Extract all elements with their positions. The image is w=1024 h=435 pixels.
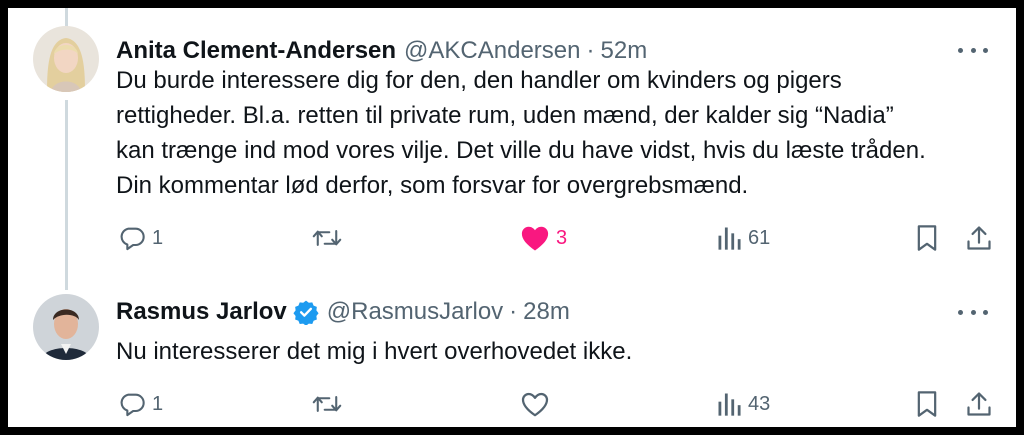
more-icon-dot <box>983 309 988 315</box>
like-button[interactable]: 3 <box>520 221 567 255</box>
author-name[interactable]: Rasmus Jarlov <box>116 297 287 327</box>
reply-icon <box>120 393 145 417</box>
reply-count: 1 <box>152 226 164 249</box>
reply-button[interactable]: 1 <box>118 221 163 255</box>
bookmark-icon <box>917 225 937 251</box>
tweet-header: Anita Clement-Andersen @AKCAndersen · 52… <box>116 36 647 66</box>
share-button[interactable] <box>966 387 992 421</box>
heart-icon <box>521 392 549 417</box>
share-icon <box>967 392 991 416</box>
reply-icon <box>120 227 145 251</box>
author-handle[interactable]: @RasmusJarlov <box>327 297 503 327</box>
avatar[interactable] <box>33 294 99 360</box>
timestamp[interactable]: 28m <box>523 297 570 327</box>
thread-connector <box>65 100 68 290</box>
bookmark-button[interactable] <box>916 387 938 421</box>
separator-dot: · <box>586 37 595 64</box>
tweet-text: Du burde interessere dig for den, den ha… <box>116 63 996 203</box>
tweet-actions: 1 43 <box>8 387 1016 421</box>
tweet-header: Rasmus Jarlov @RasmusJarlov · 28m <box>116 297 570 327</box>
views-icon <box>718 393 741 416</box>
more-icon <box>958 47 963 53</box>
views-count: 61 <box>748 226 771 249</box>
separator-dot: · <box>509 298 518 325</box>
tweet-actions: 1 3 61 <box>8 221 1016 255</box>
tweet-text-line: Din kommentar lød derfor, som forsvar fo… <box>116 172 749 199</box>
reply-count: 1 <box>152 392 164 415</box>
retweet-icon <box>312 396 342 412</box>
tweet-text-line: kan trænge ind mod vores vilje. Det vill… <box>116 137 926 164</box>
more-icon-dot <box>970 309 976 315</box>
avatar[interactable] <box>33 26 99 92</box>
share-button[interactable] <box>966 221 992 255</box>
retweet-icon <box>312 230 342 246</box>
retweet-button[interactable] <box>312 387 348 421</box>
more-icon-dot <box>983 47 988 53</box>
verified-badge <box>293 299 319 325</box>
retweet-button[interactable] <box>312 221 348 255</box>
bookmark-button[interactable] <box>916 221 938 255</box>
tweet-text-line: Du burde interessere dig for den, den ha… <box>116 67 842 94</box>
like-button[interactable] <box>520 387 556 421</box>
views-icon <box>718 227 741 250</box>
views-button[interactable]: 61 <box>716 221 770 255</box>
avatar-image-icon <box>33 294 99 360</box>
bookmark-icon <box>917 391 937 417</box>
verified-badge-icon <box>293 300 319 325</box>
author-name[interactable]: Anita Clement-Andersen <box>116 36 396 66</box>
views-button[interactable]: 43 <box>716 387 770 421</box>
avatar-image-icon <box>33 26 99 92</box>
author-handle[interactable]: @AKCAndersen <box>404 36 580 66</box>
tweet-thread: Anita Clement-Andersen @AKCAndersen · 52… <box>8 8 1016 427</box>
heart-icon <box>521 226 549 251</box>
tweet-text-line: rettigheder. Bl.a. retten til private ru… <box>116 102 894 129</box>
more-options-button[interactable] <box>958 302 988 322</box>
more-options-button[interactable] <box>958 40 988 60</box>
timestamp[interactable]: 52m <box>601 36 648 66</box>
tweet-text: Nu interesserer det mig i hvert overhove… <box>116 334 996 369</box>
tweet-text-line: Nu interesserer det mig i hvert overhove… <box>116 338 633 365</box>
share-icon <box>967 226 991 250</box>
views-count: 43 <box>748 392 771 415</box>
reply-button[interactable]: 1 <box>118 387 163 421</box>
more-icon-dot <box>970 47 976 53</box>
like-count: 3 <box>556 226 568 249</box>
more-icon <box>958 309 963 315</box>
